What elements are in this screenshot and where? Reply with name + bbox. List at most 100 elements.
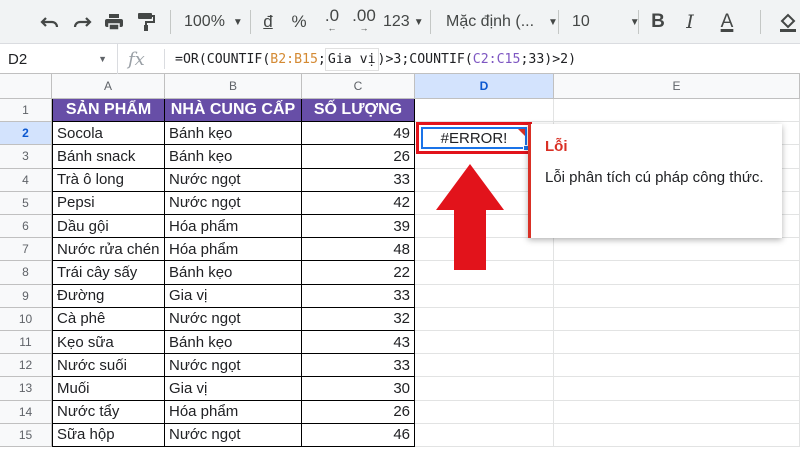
active-cell-d2[interactable]: #ERROR! [421,127,529,151]
supplier-cell[interactable]: Hóa phẩm [165,238,302,262]
formula-input[interactable]: =OR(COUNTIF(B2:B15; Gia vị)>3;COUNTIF(C2:… [175,44,576,74]
empty-cell[interactable] [415,284,554,308]
empty-cell[interactable] [415,331,554,355]
font-family-select[interactable]: Mặc định (... ▼ [446,0,558,44]
table-header-cell[interactable]: NHÀ CUNG CẤP [165,99,302,123]
empty-cell[interactable] [415,99,554,123]
product-cell[interactable]: Nước rửa chén [52,238,165,262]
supplier-cell[interactable]: Nước ngọt [165,168,302,192]
supplier-cell[interactable]: Gia vị [165,284,302,308]
bold-button[interactable]: B [648,0,668,44]
currency-format-button[interactable]: đ [256,0,280,44]
row-header-3[interactable]: 3 [0,145,52,169]
column-header-e[interactable]: E [554,74,800,99]
supplier-cell[interactable]: Gia vị [165,377,302,401]
supplier-cell[interactable]: Nước ngọt [165,307,302,331]
row-header-7[interactable]: 7 [0,238,52,262]
paint-format-icon[interactable] [132,0,160,44]
row-header-15[interactable]: 15 [0,423,52,447]
row-header-4[interactable]: 4 [0,168,52,192]
row-header-1[interactable]: 1 [0,99,52,123]
empty-cell[interactable] [554,99,800,123]
column-header-d[interactable]: D [415,74,554,99]
supplier-cell[interactable]: Nước ngọt [165,354,302,378]
supplier-cell[interactable]: Nước ngọt [165,191,302,215]
select-all-corner[interactable] [0,74,52,99]
font-size-select[interactable]: 10 ▼ [572,0,640,44]
row-header-9[interactable]: 9 [0,284,52,308]
supplier-cell[interactable]: Bánh kẹo [165,261,302,285]
empty-cell[interactable] [554,261,800,285]
column-header-b[interactable]: B [165,74,302,99]
supplier-cell[interactable]: Bánh kẹo [165,331,302,355]
product-cell[interactable]: Nước suối [52,354,165,378]
empty-cell[interactable] [415,307,554,331]
product-cell[interactable]: Dầu gội [52,215,165,239]
quantity-cell[interactable]: 33 [302,168,415,192]
italic-button[interactable]: I [680,0,700,44]
decrease-decimal-button[interactable]: .0 ← [318,0,346,44]
quantity-cell[interactable]: 30 [302,377,415,401]
row-header-6[interactable]: 6 [0,215,52,239]
product-cell[interactable]: Muối [52,377,165,401]
redo-icon[interactable] [68,0,96,44]
empty-cell[interactable] [554,238,800,262]
quantity-cell[interactable]: 26 [302,400,415,424]
empty-cell[interactable] [554,307,800,331]
empty-cell[interactable] [554,331,800,355]
supplier-cell[interactable]: Nước ngọt [165,423,302,447]
row-header-11[interactable]: 11 [0,331,52,355]
fill-color-icon[interactable] [776,0,800,44]
empty-cell[interactable] [415,423,554,447]
product-cell[interactable]: Trái cây sấy [52,261,165,285]
table-header-cell[interactable]: SẢN PHẨM [52,99,165,123]
quantity-cell[interactable]: 42 [302,191,415,215]
quantity-cell[interactable]: 22 [302,261,415,285]
undo-icon[interactable] [36,0,64,44]
product-cell[interactable]: Sữa hộp [52,423,165,447]
supplier-cell[interactable]: Bánh kẹo [165,145,302,169]
table-header-cell[interactable]: SỐ LƯỢNG [302,99,415,123]
product-cell[interactable]: Socola [52,122,165,146]
row-header-12[interactable]: 12 [0,354,52,378]
row-header-8[interactable]: 8 [0,261,52,285]
more-formats-select[interactable]: 123 ▼ [383,0,424,44]
empty-cell[interactable] [554,354,800,378]
product-cell[interactable]: Đường [52,284,165,308]
row-header-14[interactable]: 14 [0,400,52,424]
row-header-10[interactable]: 10 [0,307,52,331]
name-box[interactable]: D2 ▼ [0,44,118,74]
row-header-5[interactable]: 5 [0,191,52,215]
zoom-select[interactable]: 100% ▼ [184,0,243,44]
quantity-cell[interactable]: 49 [302,122,415,146]
column-header-a[interactable]: A [52,74,165,99]
quantity-cell[interactable]: 33 [302,354,415,378]
row-header-2[interactable]: 2 [0,122,52,146]
empty-cell[interactable] [415,377,554,401]
increase-decimal-button[interactable]: .00 → [350,0,378,44]
empty-cell[interactable] [554,377,800,401]
empty-cell[interactable] [415,354,554,378]
supplier-cell[interactable]: Hóa phẩm [165,215,302,239]
empty-cell[interactable] [415,400,554,424]
quantity-cell[interactable]: 39 [302,215,415,239]
product-cell[interactable]: Kẹo sữa [52,331,165,355]
quantity-cell[interactable]: 46 [302,423,415,447]
print-icon[interactable] [100,0,128,44]
empty-cell[interactable] [554,284,800,308]
quantity-cell[interactable]: 33 [302,284,415,308]
product-cell[interactable]: Trà ô long [52,168,165,192]
empty-cell[interactable] [554,400,800,424]
percent-format-button[interactable]: % [287,0,311,44]
text-color-button[interactable]: A [716,0,738,44]
row-header-13[interactable]: 13 [0,377,52,401]
product-cell[interactable]: Cà phê [52,307,165,331]
supplier-cell[interactable]: Bánh kẹo [165,122,302,146]
empty-cell[interactable] [554,423,800,447]
quantity-cell[interactable]: 43 [302,331,415,355]
quantity-cell[interactable]: 26 [302,145,415,169]
column-header-c[interactable]: C [302,74,415,99]
product-cell[interactable]: Nước tẩy [52,400,165,424]
product-cell[interactable]: Pepsi [52,191,165,215]
product-cell[interactable]: Bánh snack [52,145,165,169]
